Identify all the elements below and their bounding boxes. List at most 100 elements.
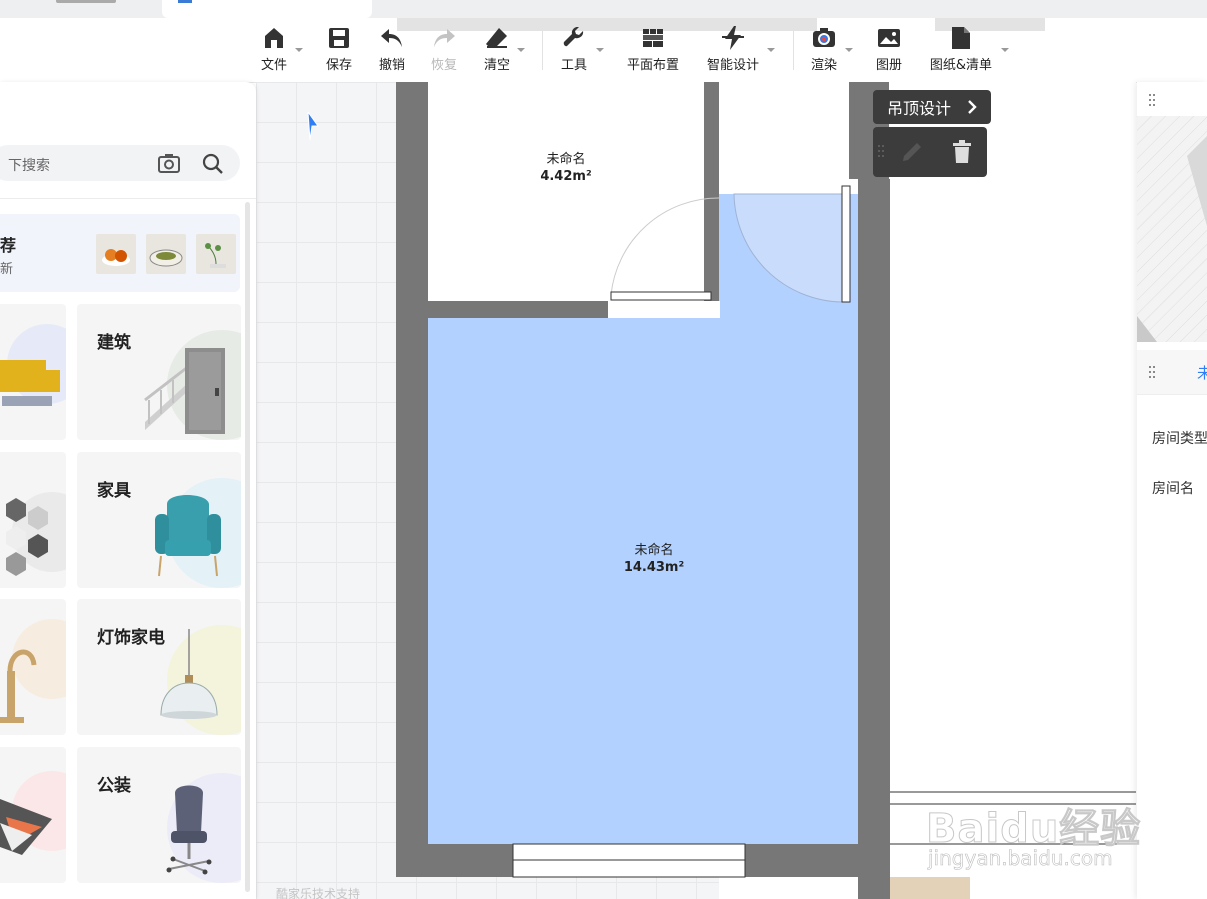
category-card-lighting[interactable]: 灯饰家电 [77, 599, 241, 735]
room-small-name: 未命名 [546, 151, 585, 167]
room-name-label: 房间名 [1152, 481, 1194, 497]
pendant-lamp-image [160, 629, 218, 719]
armchair-image [155, 495, 221, 577]
category-card-building[interactable]: 建筑 [77, 304, 241, 440]
room-main-name: 未命名 [634, 542, 673, 558]
undo-icon [380, 26, 404, 50]
file-button[interactable]: 文件 [246, 26, 302, 73]
office-chair-image [166, 785, 212, 875]
door-leaf-small[interactable] [610, 291, 712, 301]
room-main-area: 14.43m² [624, 560, 684, 575]
catalog-scrollbar[interactable] [245, 202, 250, 892]
door-opening-small [608, 301, 720, 318]
search-input[interactable]: 下搜索 [8, 155, 50, 175]
floor-layout-button-label: 平面布置 [626, 58, 679, 73]
canvas-credit: 酷家乐技术支持 [276, 887, 361, 899]
search-icon[interactable] [202, 153, 224, 175]
recommend-banner[interactable]: 荐 新 [0, 214, 240, 292]
document-icon [949, 26, 973, 50]
wall-corner [704, 179, 719, 194]
layout-grid-icon [641, 26, 665, 50]
active-tab-indicator [178, 0, 192, 3]
properties-panel: 未 房间类型 房间名 [1137, 82, 1207, 899]
save-button-label: 保存 [325, 58, 352, 73]
recommend-thumb[interactable] [96, 234, 136, 274]
door-opening [719, 179, 858, 194]
drawings-list-button[interactable]: 图纸&清单 [925, 26, 997, 73]
trash-icon[interactable] [951, 140, 973, 168]
pencil-icon[interactable] [901, 141, 923, 167]
category-thumb-left[interactable] [0, 304, 66, 440]
wall-right [858, 179, 890, 877]
lightning-icon [721, 26, 745, 50]
smart-design-button[interactable]: 智能设计 [705, 26, 761, 73]
wall-right-lower [858, 877, 890, 899]
room-small-area: 4.42m² [540, 169, 591, 184]
recommend-subtitle: 新 [0, 262, 14, 277]
render-button-label: 渲染 [810, 58, 837, 73]
drawings-list-button-label: 图纸&清单 [929, 58, 993, 73]
browser-tab-strip [0, 0, 1207, 18]
save-button[interactable]: 保存 [311, 26, 367, 73]
camera-search-icon[interactable] [158, 153, 180, 173]
tools-button[interactable]: 工具 [546, 26, 602, 73]
chevron-down-icon[interactable] [517, 48, 525, 52]
panel-divider [0, 198, 256, 199]
door-stairs-image [144, 348, 225, 434]
clear-button-label: 清空 [483, 58, 510, 73]
album-button-label: 图册 [875, 58, 902, 73]
home-icon [262, 26, 286, 50]
category-thumb-left[interactable] [0, 747, 66, 883]
floorplan-canvas[interactable]: 未命名 4.42m² 未命名 14.43m² 酷家乐技术支持 [256, 82, 1136, 899]
recommend-title: 荐 [0, 236, 17, 255]
ceiling-design-label: 吊顶设计 [887, 99, 952, 118]
toolbar-divider [793, 30, 794, 70]
active-tab[interactable] [162, 0, 372, 18]
album-button[interactable]: 图册 [861, 26, 917, 73]
chevron-down-icon[interactable] [845, 48, 853, 52]
door-leaf-blue[interactable] [841, 185, 851, 303]
chevron-down-icon[interactable] [295, 48, 303, 52]
camera-icon [812, 26, 836, 50]
wrench-icon [562, 26, 586, 50]
recommend-thumb[interactable] [146, 234, 186, 274]
watermark-url: jingyan.baidu.com [928, 846, 1113, 871]
smart-design-button-label: 智能设计 [706, 58, 759, 73]
drag-handle-icon[interactable] [1149, 366, 1157, 380]
floorplan-drawing[interactable]: 未命名 4.42m² 未命名 14.43m² [256, 82, 1136, 899]
corridor [719, 82, 849, 179]
drag-handle-icon[interactable] [878, 145, 886, 159]
render-button[interactable]: 渲染 [796, 26, 852, 73]
file-button-label: 文件 [260, 58, 287, 73]
ceiling-design-button[interactable]: 吊顶设计 [873, 90, 991, 124]
room-3d-preview[interactable] [1137, 116, 1207, 342]
properties-tab[interactable]: 未 [1197, 362, 1207, 383]
adjacent-floor [890, 877, 970, 899]
redo-icon [432, 26, 456, 50]
category-thumb-left[interactable] [0, 599, 66, 735]
redo-button[interactable]: 恢复 [416, 26, 472, 73]
inactive-tab[interactable] [56, 0, 116, 3]
category-thumb-left[interactable] [0, 452, 66, 588]
album-icon [877, 26, 901, 50]
toolbar-divider [542, 30, 543, 70]
redo-button-label: 恢复 [430, 58, 457, 73]
chevron-down-icon[interactable] [1001, 48, 1009, 52]
save-icon [327, 26, 351, 50]
drag-handle-icon[interactable] [1149, 94, 1157, 108]
chevron-down-icon[interactable] [767, 48, 775, 52]
chevron-right-icon [967, 99, 977, 119]
eraser-icon [485, 26, 509, 50]
tools-button-label: 工具 [560, 58, 587, 73]
room-type-label: 房间类型 [1152, 431, 1207, 447]
chevron-down-icon[interactable] [596, 48, 604, 52]
mouse-cursor-icon [307, 112, 319, 141]
category-card-commercial[interactable]: 公装 [77, 747, 241, 883]
category-card-furniture[interactable]: 家具 [77, 452, 241, 588]
recommend-thumb[interactable] [196, 234, 236, 274]
undo-button[interactable]: 撤销 [364, 26, 420, 73]
floor-layout-button[interactable]: 平面布置 [625, 26, 681, 73]
search-bar[interactable]: 下搜索 [0, 145, 240, 181]
undo-button-label: 撤销 [378, 58, 405, 73]
room-small[interactable] [428, 82, 704, 301]
